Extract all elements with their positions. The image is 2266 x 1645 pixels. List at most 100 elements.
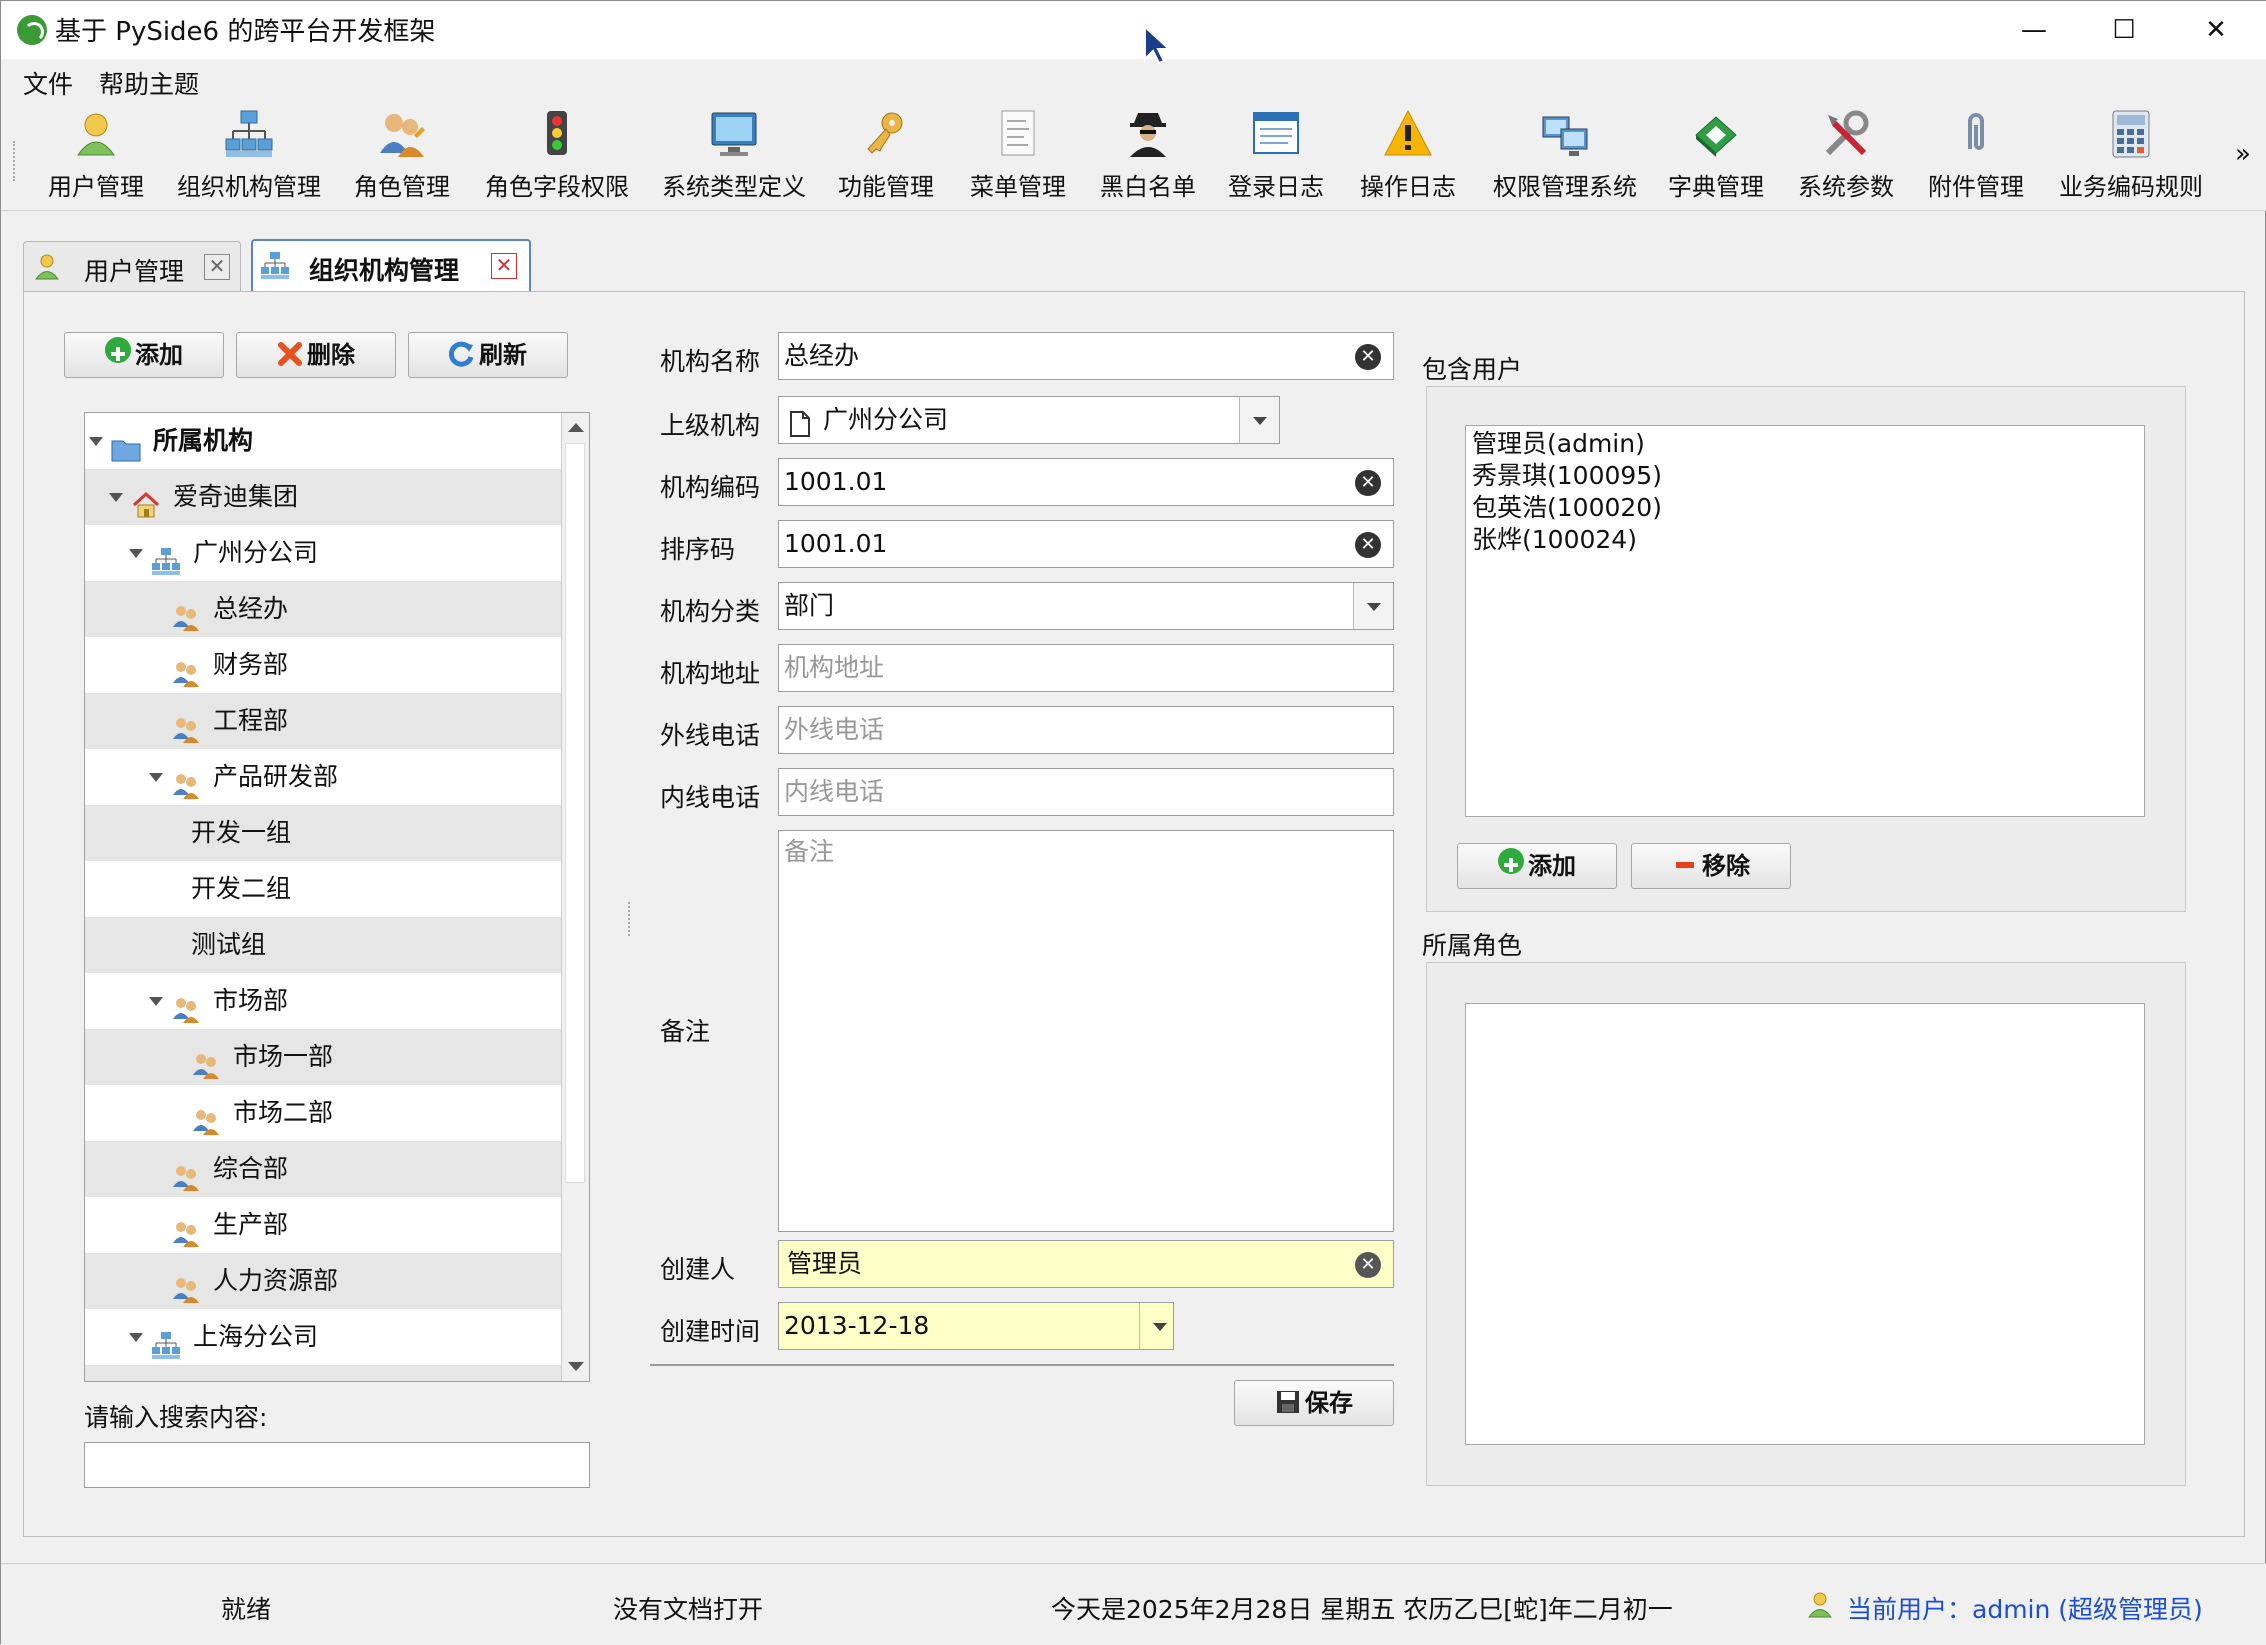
org-name-input[interactable]: 总经办 ✕ xyxy=(778,332,1394,380)
chevron-down-icon[interactable] xyxy=(1239,397,1279,443)
outer-phone-input[interactable]: 外线电话 xyxy=(778,706,1394,754)
scroll-up-arrow-icon[interactable] xyxy=(568,423,584,432)
form-divider xyxy=(650,1364,1394,1366)
clear-icon[interactable]: ✕ xyxy=(1355,532,1381,558)
tab-close-button[interactable]: ✕ xyxy=(204,254,230,280)
maximize-button[interactable]: ☐ xyxy=(2079,1,2169,59)
toolbar-system-types[interactable]: 系统类型定义 xyxy=(659,109,809,207)
note-label: 备注 xyxy=(660,1017,711,1046)
list-item[interactable]: 管理员(admin) xyxy=(1472,428,1662,460)
remove-user-button[interactable]: 移除 xyxy=(1631,843,1791,889)
clear-icon[interactable]: ✕ xyxy=(1355,1252,1381,1278)
add-org-button[interactable]: 添加 xyxy=(64,332,224,378)
tab-user-management[interactable]: 用户管理 ✕ xyxy=(23,241,241,291)
parent-org-select[interactable]: 广州分公司 xyxy=(778,396,1280,444)
close-window-button[interactable]: ✕ xyxy=(2171,1,2261,59)
collapse-arrow-icon[interactable] xyxy=(109,493,123,502)
collapse-arrow-icon[interactable] xyxy=(149,997,163,1006)
toolbar-user-management[interactable]: 用户管理 xyxy=(41,109,151,207)
tree-row[interactable]: 工程部 xyxy=(85,693,561,749)
tree-row[interactable] xyxy=(85,1365,561,1381)
tree-row[interactable]: 产品研发部 xyxy=(85,749,561,805)
menu-file[interactable]: 文件 xyxy=(17,63,79,103)
collapse-arrow-icon[interactable] xyxy=(89,437,103,446)
department-icon xyxy=(171,1155,201,1191)
org-chart-icon xyxy=(225,109,273,159)
scroll-thumb[interactable] xyxy=(565,443,585,1183)
keys-icon xyxy=(862,109,910,159)
tree-scrollbar[interactable] xyxy=(561,413,589,1381)
tree-row[interactable]: 开发一组 xyxy=(85,805,561,861)
tree-row[interactable]: 市场部 xyxy=(85,973,561,1029)
clear-icon[interactable]: ✕ xyxy=(1355,470,1381,496)
tree-row[interactable]: 爱奇迪集团 xyxy=(85,469,561,525)
tree-row[interactable]: 人力资源部 xyxy=(85,1253,561,1309)
roles-list[interactable] xyxy=(1465,1003,2145,1445)
tree-row[interactable]: 开发二组 xyxy=(85,861,561,917)
scroll-down-arrow-icon[interactable] xyxy=(568,1362,584,1371)
collapse-arrow-icon[interactable] xyxy=(129,549,143,558)
tree-row[interactable]: 市场一部 xyxy=(85,1029,561,1085)
toolbar-org-management[interactable]: 组织机构管理 xyxy=(169,109,329,207)
creator-input[interactable]: 管理员 ✕ xyxy=(778,1240,1394,1288)
tree-row[interactable]: 综合部 xyxy=(85,1141,561,1197)
user-icon xyxy=(34,252,60,284)
chevron-down-icon[interactable] xyxy=(1139,1303,1173,1349)
org-code-input[interactable]: 1001.01 ✕ xyxy=(778,458,1394,506)
org-tree[interactable]: 所属机构 爱奇迪集团 广州分公司 总经办 财务部 工程部 产品研发部 开发一组 … xyxy=(84,412,590,1382)
toolbar-dictionary[interactable]: 字典管理 xyxy=(1661,109,1771,207)
network-computers-icon xyxy=(1541,109,1589,159)
org-management-panel: 添加 删除 刷新 所属机构 爱奇迪集团 广州分公司 总经办 财务部 工程部 产品… xyxy=(23,291,2245,1537)
tree-row[interactable]: 广州分公司 xyxy=(85,525,561,581)
tree-row[interactable]: 上海分公司 xyxy=(85,1309,561,1365)
tab-org-management[interactable]: 组织机构管理 ✕ xyxy=(251,239,531,293)
collapse-arrow-icon[interactable] xyxy=(149,773,163,782)
delete-org-button[interactable]: 删除 xyxy=(236,332,396,378)
note-textarea[interactable]: 备注 xyxy=(778,830,1394,1232)
toolbar-permission-system[interactable]: 权限管理系统 xyxy=(1485,109,1645,207)
sort-code-input[interactable]: 1001.01 ✕ xyxy=(778,520,1394,568)
toolbar-operation-log[interactable]: 操作日志 xyxy=(1353,109,1463,207)
toolbar-role-field-permissions[interactable]: 角色字段权限 xyxy=(477,109,637,207)
toolbar-function-management[interactable]: 功能管理 xyxy=(831,109,941,207)
toolbar-business-code-rules[interactable]: 业务编码规则 xyxy=(2051,109,2211,207)
toolbar-blacklist[interactable]: 黑白名单 xyxy=(1093,109,1203,207)
list-item[interactable]: 秀景琪(100095) xyxy=(1472,460,1662,492)
menu-help[interactable]: 帮助主题 xyxy=(93,63,205,103)
clear-icon[interactable]: ✕ xyxy=(1355,344,1381,370)
home-icon xyxy=(131,483,161,518)
toolbar-overflow-button[interactable]: » xyxy=(2235,139,2251,169)
add-user-button[interactable]: 添加 xyxy=(1457,843,1617,889)
splitter-handle[interactable] xyxy=(628,902,632,936)
toolbar-login-log[interactable]: 登录日志 xyxy=(1221,109,1331,207)
tree-row[interactable]: 总经办 xyxy=(85,581,561,637)
document-icon xyxy=(789,407,811,443)
collapse-arrow-icon[interactable] xyxy=(129,1333,143,1342)
tree-row[interactable]: 测试组 xyxy=(85,917,561,973)
tree-row[interactable]: 市场二部 xyxy=(85,1085,561,1141)
list-item[interactable]: 张烨(100024) xyxy=(1472,524,1662,556)
add-icon xyxy=(1498,848,1524,874)
search-input[interactable] xyxy=(84,1442,590,1488)
toolbar-attachments[interactable]: 附件管理 xyxy=(1921,109,2031,207)
tree-row[interactable]: 生产部 xyxy=(85,1197,561,1253)
refresh-button[interactable]: 刷新 xyxy=(408,332,568,378)
tree-root-row[interactable]: 所属机构 xyxy=(85,413,561,469)
tree-row[interactable]: 财务部 xyxy=(85,637,561,693)
minimize-button[interactable]: — xyxy=(1989,1,2079,59)
toolbar-system-params[interactable]: 系统参数 xyxy=(1791,109,1901,207)
chevron-down-icon[interactable] xyxy=(1353,583,1393,629)
toolbar-grip[interactable] xyxy=(13,141,19,181)
toolbar-menu-management[interactable]: 菜单管理 xyxy=(963,109,1073,207)
users-list[interactable]: 管理员(admin) 秀景琪(100095) 包英浩(100020) 张烨(10… xyxy=(1465,425,2145,817)
org-category-select[interactable]: 部门 xyxy=(778,582,1394,630)
tab-close-button[interactable]: ✕ xyxy=(491,253,517,279)
toolbar-role-management[interactable]: 角色管理 xyxy=(347,109,457,207)
list-item[interactable]: 包英浩(100020) xyxy=(1472,492,1662,524)
org-name-label: 机构名称 xyxy=(660,347,761,376)
traffic-light-icon xyxy=(533,109,581,159)
inner-phone-input[interactable]: 内线电话 xyxy=(778,768,1394,816)
save-button[interactable]: 保存 xyxy=(1234,1380,1394,1426)
org-address-input[interactable]: 机构地址 xyxy=(778,644,1394,692)
created-date-picker[interactable]: 2013-12-18 xyxy=(778,1302,1174,1350)
